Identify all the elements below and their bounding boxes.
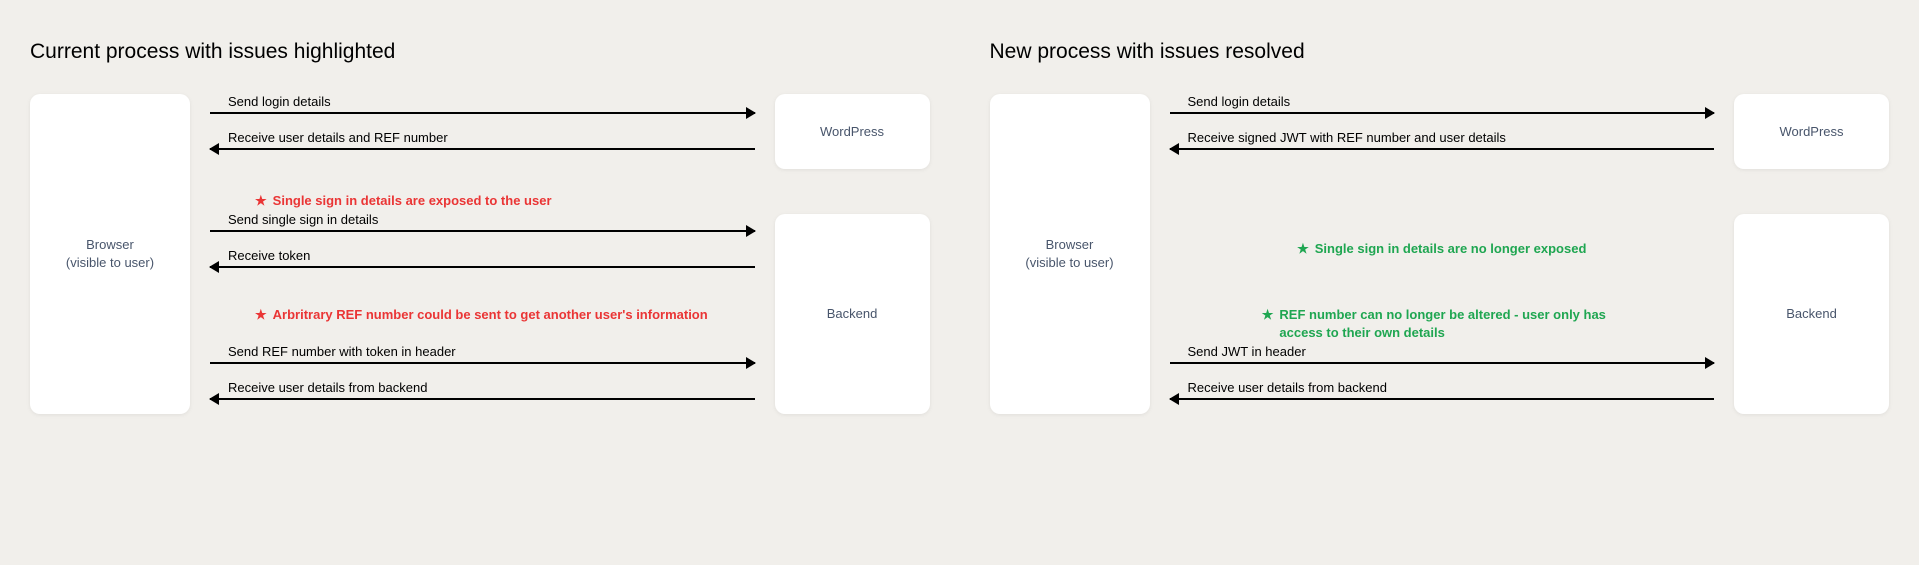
star-icon: ★	[255, 192, 267, 210]
arrow-send-ref-token: Send REF number with token in header	[210, 344, 755, 364]
note-text: Single sign in details are exposed to th…	[273, 192, 552, 210]
arrow-send-sso: Send single sign in details	[210, 212, 755, 232]
browser-label: Browser (visible to user)	[66, 236, 154, 271]
arrow-label: Receive signed JWT with REF number and u…	[1188, 130, 1715, 146]
arrow-send-login: Send login details	[210, 94, 755, 114]
arrow-send-login: Send login details	[1170, 94, 1715, 114]
browser-label: Browser (visible to user)	[1025, 236, 1113, 271]
star-icon: ★	[255, 306, 267, 324]
arrow-label: Receive user details and REF number	[228, 130, 755, 146]
arrow-receive-user-ref: Receive user details and REF number	[210, 130, 755, 150]
arrow-label: Receive user details from backend	[228, 380, 755, 396]
arrow-receive-backend-details: Receive user details from backend	[1170, 380, 1715, 400]
backend-box-left: Backend	[775, 214, 930, 414]
resolved-note-sso: ★ Single sign in details are no longer e…	[1160, 240, 1725, 258]
current-title: Current process with issues highlighted	[30, 40, 930, 64]
star-icon: ★	[1262, 306, 1274, 341]
note-text: Arbritrary REF number could be sent to g…	[273, 306, 708, 324]
arrow-label: Receive token	[228, 248, 755, 264]
wordpress-label: WordPress	[1779, 123, 1843, 141]
arrow-label: Send single sign in details	[228, 212, 755, 228]
backend-label: Backend	[827, 305, 878, 323]
arrow-label: Send REF number with token in header	[228, 344, 755, 360]
star-icon: ★	[1297, 240, 1309, 258]
arrow-label: Receive user details from backend	[1188, 380, 1715, 396]
wordpress-label: WordPress	[820, 123, 884, 141]
arrow-receive-jwt: Receive signed JWT with REF number and u…	[1170, 130, 1715, 150]
resolved-note-ref: ★ REF number can no longer be altered - …	[1160, 306, 1725, 341]
issue-note-sso-exposed: ★ Single sign in details are exposed to …	[255, 192, 755, 210]
arrow-label: Send login details	[228, 94, 755, 110]
current-process-column: Current process with issues highlighted …	[30, 40, 930, 434]
arrow-label: Send JWT in header	[1188, 344, 1715, 360]
browser-box-right: Browser (visible to user)	[990, 94, 1150, 414]
arrow-receive-backend-details: Receive user details from backend	[210, 380, 755, 400]
backend-label: Backend	[1786, 305, 1837, 323]
issue-note-ref-arbitrary: ★ Arbritrary REF number could be sent to…	[255, 306, 755, 324]
wordpress-box-left: WordPress	[775, 94, 930, 169]
new-process-column: New process with issues resolved Browser…	[990, 40, 1890, 434]
backend-box-right: Backend	[1734, 214, 1889, 414]
note-text: Single sign in details are no longer exp…	[1315, 240, 1587, 258]
wordpress-box-right: WordPress	[1734, 94, 1889, 169]
arrow-receive-token: Receive token	[210, 248, 755, 268]
browser-box-left: Browser (visible to user)	[30, 94, 190, 414]
arrow-send-jwt: Send JWT in header	[1170, 344, 1715, 364]
note-text: REF number can no longer be altered - us…	[1279, 306, 1621, 341]
arrow-label: Send login details	[1188, 94, 1715, 110]
new-title: New process with issues resolved	[990, 40, 1890, 64]
